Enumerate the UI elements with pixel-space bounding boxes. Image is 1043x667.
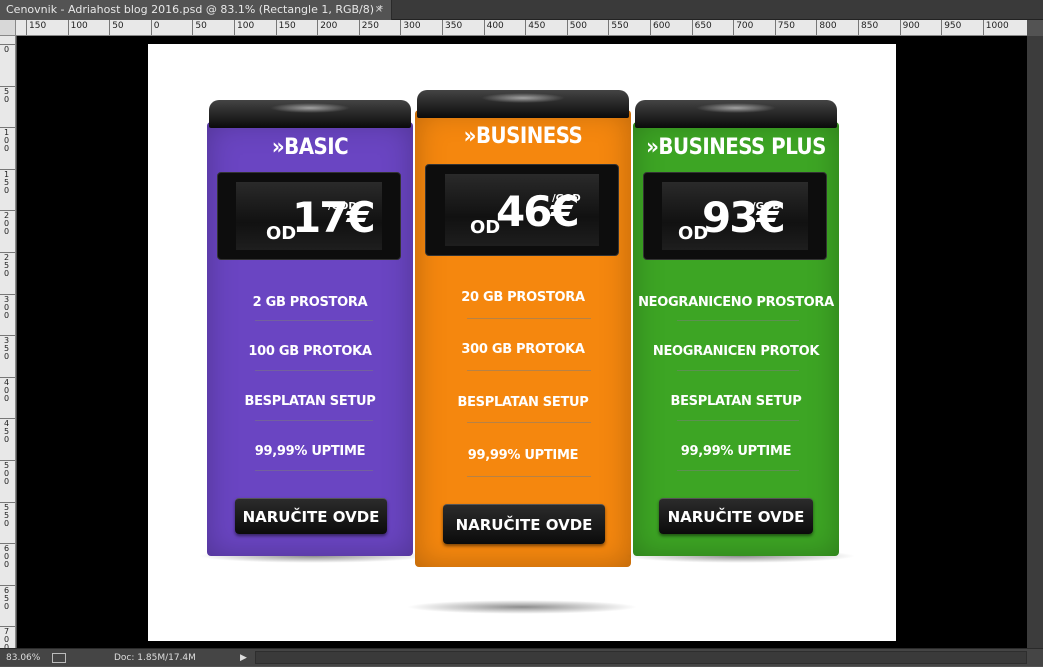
ruler-tick: 300 (400, 20, 421, 35)
ruler-tick: 800 (816, 20, 837, 35)
price-box: OD 93€ /GOD (643, 172, 827, 260)
ruler-tick: 450 (0, 418, 15, 444)
document-canvas[interactable]: »BASIC OD 17€ /GOD 2 GB PROSTORA 100 GB … (148, 44, 896, 641)
ruler-tick: 400 (483, 20, 504, 35)
plan-title: »BUSINESS PLUS (646, 135, 826, 160)
document-tab-title: Cenovnik - Adriahost blog 2016.psd @ 83.… (6, 3, 384, 16)
ruler-tick: 50 (192, 20, 207, 35)
price-period: /GOD (552, 193, 581, 204)
ruler-tick: 100 (234, 20, 254, 35)
feature-divider (677, 320, 799, 321)
ruler-corner[interactable] (0, 20, 16, 36)
ruler-tick: 200 (0, 210, 15, 236)
order-button[interactable]: NARUČITE OVDE (235, 498, 387, 534)
feature-item: 100 GB PROTOKA (248, 344, 372, 359)
plan-title: »BASIC (271, 135, 349, 160)
ruler-tick: 350 (442, 20, 462, 35)
horizontal-ruler[interactable]: 150 100 50 0 50 100 150 200 250 300 350 400 450 500 55… (16, 20, 1027, 36)
feature-item: 99,99% UPTIME (254, 444, 366, 459)
feature-divider (255, 470, 373, 471)
price-period: /GOD (752, 201, 781, 212)
ruler-tick: 50 (0, 85, 15, 103)
feature-divider (467, 422, 591, 423)
plan-card-business-plus: »BUSINESS PLUS OD 93€ /GOD NEOGRANICENO … (633, 100, 839, 556)
feature-divider (255, 370, 373, 371)
ruler-tick: 600 (0, 543, 15, 569)
feature-item: 99,99% UPTIME (680, 444, 792, 459)
card-cap (417, 90, 629, 118)
order-button[interactable]: NARUČITE OVDE (443, 504, 605, 544)
ruler-tick: 150 (0, 168, 15, 194)
ruler-tick: 700 (0, 626, 15, 648)
ruler-tick: 0 (0, 44, 15, 54)
card-cap (635, 100, 837, 128)
ruler-tick: 150 (275, 20, 296, 35)
status-bar: 83.06% Doc: 1.85M/17.4M ▶ (0, 648, 1043, 666)
ruler-tick: 0 (150, 20, 160, 35)
zoom-level[interactable]: 83.06% (6, 649, 40, 667)
price-box: OD 46€ /GOD (425, 164, 619, 256)
horizontal-scrollbar[interactable] (255, 651, 1027, 664)
card-cap (209, 100, 411, 128)
ruler-tick: 400 (0, 376, 15, 402)
ruler-tick: 450 (525, 20, 545, 35)
ruler-tick: 550 (608, 20, 629, 35)
document-size: Doc: 1.85M/17.4M (114, 653, 196, 663)
feature-item: BESPLATAN SETUP (244, 394, 376, 409)
ruler-tick: 650 (0, 584, 15, 610)
feature-item: NEOGRANICENO PROSTORA (638, 295, 834, 310)
ruler-tick: 950 (941, 20, 961, 35)
vertical-ruler[interactable]: 0 50 100 150 200 250 300 350 400 450 500 550 600 650 7… (0, 36, 16, 648)
vertical-scrollbar[interactable] (1027, 36, 1043, 648)
feature-item: 300 GB PROTOKA (461, 342, 585, 357)
feature-divider (677, 420, 799, 421)
feature-divider (467, 370, 591, 371)
ruler-tick: 350 (0, 335, 15, 361)
feature-item: 20 GB PROSTORA (461, 290, 585, 305)
feature-item: NEOGRANICEN PROTOK (652, 344, 820, 359)
ruler-tick: 300 (0, 293, 15, 319)
feature-divider (677, 370, 799, 371)
price-box: OD 17€ /GOD (217, 172, 401, 260)
ruler-tick: 500 (566, 20, 587, 35)
document-tab[interactable]: Cenovnik - Adriahost blog 2016.psd @ 83.… (0, 0, 392, 20)
close-icon[interactable]: × (375, 0, 383, 20)
ruler-tick: 150 (26, 20, 46, 35)
ruler-tick: 750 (774, 20, 795, 35)
feature-divider (467, 318, 591, 319)
document-tab-bar: Cenovnik - Adriahost blog 2016.psd @ 83.… (0, 0, 1043, 20)
ruler-tick: 550 (0, 501, 15, 527)
feature-divider (467, 476, 591, 477)
ruler-tick: 100 (0, 127, 15, 153)
plan-card-business: »BUSINESS OD 46€ /GOD 20 GB PROSTORA 300… (415, 90, 631, 567)
feature-divider (677, 470, 799, 471)
feature-item: BESPLATAN SETUP (670, 394, 802, 409)
plan-card-basic: »BASIC OD 17€ /GOD 2 GB PROSTORA 100 GB … (207, 100, 413, 556)
feature-item: 2 GB PROSTORA (252, 295, 368, 310)
ruler-tick: 600 (650, 20, 670, 35)
ruler-tick: 50 (109, 20, 124, 35)
ruler-tick: 1000 (982, 20, 1009, 35)
ruler-tick: 500 (0, 460, 15, 486)
card-shadow (406, 600, 638, 614)
status-menu-arrow-icon[interactable]: ▶ (240, 649, 247, 667)
feature-divider (255, 320, 373, 321)
plan-title: »BUSINESS (463, 124, 583, 149)
ruler-tick: 200 (317, 20, 337, 35)
order-button[interactable]: NARUČITE OVDE (659, 498, 813, 534)
ruler-tick: 650 (691, 20, 712, 35)
price-period: /GOD (328, 201, 357, 212)
feature-item: 99,99% UPTIME (467, 448, 579, 463)
share-icon[interactable] (52, 653, 66, 663)
ruler-tick: 900 (899, 20, 920, 35)
ruler-tick: 250 (0, 252, 15, 278)
ruler-tick: 250 (358, 20, 379, 35)
feature-item: BESPLATAN SETUP (457, 395, 589, 410)
feature-divider (255, 420, 373, 421)
ruler-tick: 700 (733, 20, 753, 35)
ruler-tick: 850 (858, 20, 878, 35)
ruler-tick: 100 (67, 20, 88, 35)
